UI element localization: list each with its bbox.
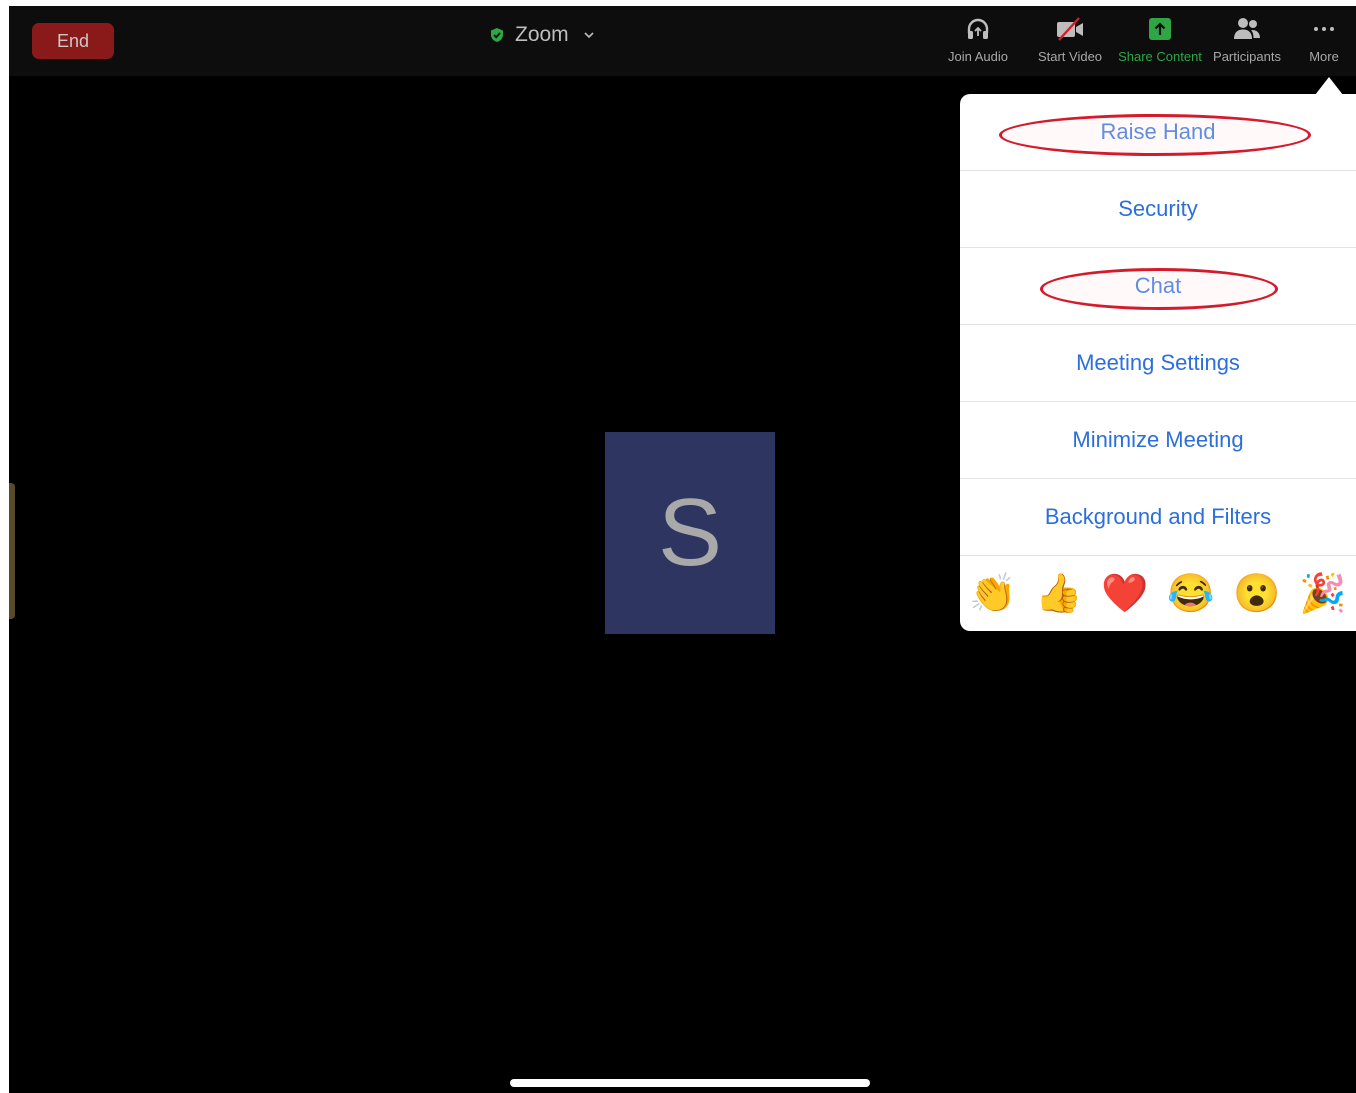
thumbs-up-icon[interactable]: 👍: [1031, 572, 1087, 616]
participant-avatar: S: [605, 432, 775, 634]
surprised-face-icon[interactable]: 😮: [1229, 572, 1285, 616]
participants-icon: [1234, 18, 1260, 39]
home-indicator[interactable]: [510, 1079, 870, 1087]
party-popper-icon[interactable]: 🎉: [1295, 572, 1351, 616]
meeting-screen: End Zoom Join Audio Start Video Share Co…: [9, 6, 1356, 1093]
join-audio-button[interactable]: Join Audio: [942, 15, 1014, 69]
popover-caret: [1315, 77, 1343, 95]
more-button[interactable]: More: [1303, 15, 1345, 69]
chevron-down-icon: [584, 32, 594, 39]
menu-item-meeting-settings[interactable]: Meeting Settings: [960, 325, 1356, 402]
shield-check-icon: [491, 28, 503, 42]
menu-item-background-and-filters[interactable]: Background and Filters: [960, 479, 1356, 556]
reaction-bar: 👏 👍 ❤️ 😂 😮 🎉: [960, 556, 1356, 631]
share-screen-icon: [1149, 18, 1171, 40]
meeting-title-label: Zoom: [515, 23, 569, 46]
headphones-icon: [967, 18, 989, 39]
more-menu-popover: Raise Hand Security Chat Meeting Setting…: [960, 77, 1356, 631]
menu-item-minimize-meeting[interactable]: Minimize Meeting: [960, 402, 1356, 479]
meeting-toolbar: End Zoom Join Audio Start Video Share Co…: [9, 6, 1356, 76]
start-video-label: Start Video: [1037, 49, 1103, 64]
share-content-button[interactable]: Share Content: [1115, 15, 1205, 69]
tears-of-joy-icon[interactable]: 😂: [1163, 572, 1219, 616]
join-audio-label: Join Audio: [948, 49, 1008, 64]
menu-item-security[interactable]: Security: [960, 171, 1356, 248]
participants-label: Participants: [1213, 49, 1281, 64]
video-off-icon: [1057, 17, 1083, 41]
meeting-title[interactable]: Zoom: [489, 20, 595, 50]
start-video-button[interactable]: Start Video: [1033, 15, 1107, 69]
participants-button[interactable]: Participants: [1209, 15, 1285, 69]
heart-icon[interactable]: ❤️: [1097, 572, 1153, 616]
more-label: More: [1309, 49, 1339, 64]
share-content-label: Share Content: [1118, 49, 1202, 64]
end-meeting-button[interactable]: End: [32, 23, 114, 59]
more-dots-icon: [1314, 27, 1334, 31]
menu-item-chat[interactable]: Chat: [960, 248, 1356, 325]
side-video-thumbnail[interactable]: [9, 483, 15, 619]
menu-item-raise-hand[interactable]: Raise Hand: [960, 94, 1356, 171]
clapping-hands-icon[interactable]: 👏: [965, 572, 1021, 616]
